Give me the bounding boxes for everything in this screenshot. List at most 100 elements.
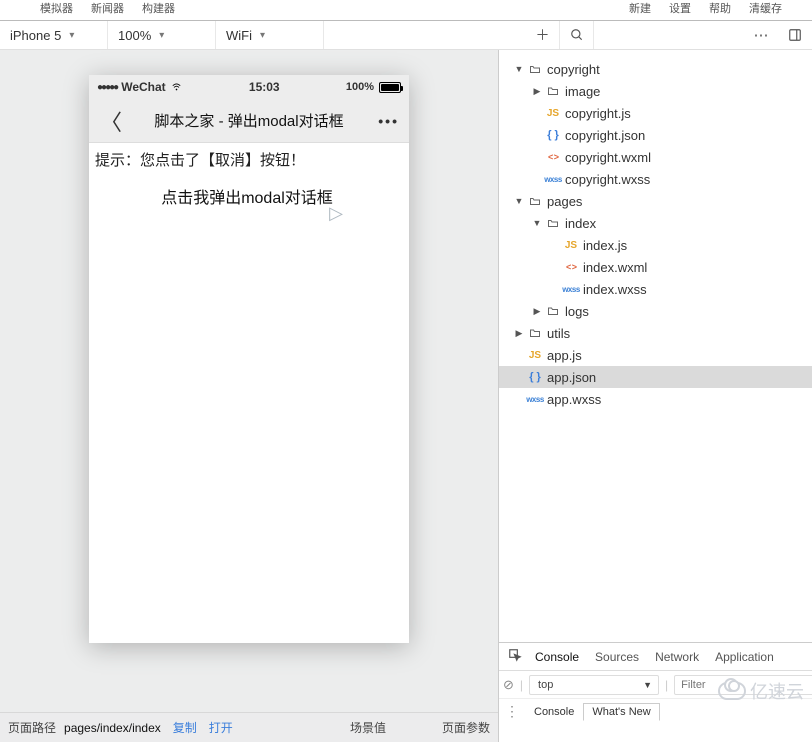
- wxss-file-icon: wxss: [525, 395, 545, 404]
- tree-file[interactable]: < >copyright.wxml: [499, 146, 812, 168]
- menu-item[interactable]: 构建器: [142, 0, 175, 16]
- tree-file[interactable]: wxsscopyright.wxss: [499, 168, 812, 190]
- battery-percent: 100%: [346, 81, 374, 93]
- nav-bar: 〈 脚本之家 - 弹出modal对话框 •••: [89, 99, 409, 143]
- status-bar: ●●●●● WeChat 15:03 100%: [89, 75, 409, 99]
- folder-icon: [543, 85, 563, 97]
- devtools-drawer-tab[interactable]: Console: [525, 703, 583, 721]
- chevron-down-icon: ▾: [159, 30, 164, 41]
- devtools-tabs: ConsoleSourcesNetworkApplication: [499, 643, 812, 671]
- filter-input[interactable]: [674, 675, 812, 695]
- tree-label: logs: [565, 304, 589, 319]
- tree-folder[interactable]: ▼index: [499, 212, 812, 234]
- tip-text: 提示：您点击了【取消】按钮！: [95, 149, 399, 170]
- chevron-down-icon: ▾: [260, 30, 265, 41]
- menu-item[interactable]: 设置: [669, 0, 691, 16]
- page-body: 提示：您点击了【取消】按钮！ 点击我弹出modal对话框 ▷: [89, 143, 409, 643]
- tree-file[interactable]: JSapp.js: [499, 344, 812, 366]
- battery-icon: [379, 82, 401, 93]
- network-select[interactable]: WiFi ▾: [216, 21, 324, 49]
- add-icon[interactable]: ＋: [526, 21, 560, 49]
- more-icon[interactable]: ⋯: [744, 21, 778, 49]
- signal-dots-icon: ●●●●●: [97, 82, 117, 93]
- tree-label: app.wxss: [547, 392, 601, 407]
- folder-icon: [525, 63, 545, 75]
- open-link[interactable]: 打开: [209, 719, 233, 736]
- params-label: 页面参数: [442, 719, 490, 736]
- js-file-icon: JS: [525, 350, 545, 361]
- tree-label: index.wxss: [583, 282, 647, 297]
- js-file-icon: JS: [561, 240, 581, 251]
- devtools-tab[interactable]: Sources: [587, 643, 647, 670]
- devtools-tab[interactable]: Network: [647, 643, 707, 670]
- tree-label: app.js: [547, 348, 582, 363]
- folder-icon: [525, 195, 545, 207]
- devtools-tab[interactable]: Console: [527, 643, 587, 670]
- toolbar-spacer: [324, 21, 526, 49]
- menu-item[interactable]: 清缓存: [749, 0, 782, 16]
- sim-footer: 页面路径 pages/index/index 复制 打开 场景值 页面参数: [0, 712, 498, 742]
- tree-arrow-icon: ▼: [513, 64, 525, 74]
- tree-label: index.wxml: [583, 260, 647, 275]
- wxss-file-icon: wxss: [543, 175, 563, 184]
- tree-label: app.json: [547, 370, 596, 385]
- tree-folder[interactable]: ▼pages: [499, 190, 812, 212]
- tree-folder[interactable]: ▶ logs: [499, 300, 812, 322]
- folder-icon: [543, 305, 563, 317]
- menu-item[interactable]: 模拟器: [40, 0, 73, 16]
- tree-folder[interactable]: ▶ utils: [499, 322, 812, 344]
- tree-label: image: [565, 84, 600, 99]
- folder-icon: [525, 327, 545, 339]
- menu-item[interactable]: 新闻器: [91, 0, 124, 16]
- simulator-panel: ●●●●● WeChat 15:03 100% 〈 脚本之家 - 弹出modal…: [0, 50, 498, 742]
- tree-label: index.js: [583, 238, 627, 253]
- devtools-body: ⋮ ConsoleWhat's New: [499, 699, 812, 742]
- devtools-filter-row: ⊘ | top ▼ |: [499, 671, 812, 699]
- tree-arrow-icon: ▶: [513, 328, 525, 339]
- devtools-more-icon[interactable]: ⋮: [505, 703, 519, 720]
- inspect-icon[interactable]: [503, 648, 527, 665]
- page-title: 脚本之家 - 弹出modal对话框: [89, 110, 409, 131]
- tree-label: copyright.json: [565, 128, 645, 143]
- tree-file[interactable]: JSindex.js: [499, 234, 812, 256]
- devtools-panel: ConsoleSourcesNetworkApplication ⊘ | top…: [499, 642, 812, 742]
- tree-folder[interactable]: ▼copyright: [499, 58, 812, 80]
- devtools-tab[interactable]: Application: [707, 643, 782, 670]
- status-time: 15:03: [249, 80, 280, 94]
- devtools-drawer-tab[interactable]: What's New: [583, 703, 659, 721]
- device-select[interactable]: iPhone 5 ▾: [0, 21, 108, 49]
- menu-item[interactable]: 新建: [629, 0, 651, 16]
- tree-file[interactable]: < >index.wxml: [499, 256, 812, 278]
- page-path-value: pages/index/index: [64, 721, 161, 735]
- device-value: iPhone 5: [10, 28, 61, 43]
- json-file-icon: { }: [543, 129, 563, 141]
- carrier-label: WeChat: [121, 80, 165, 94]
- open-modal-button[interactable]: 点击我弹出modal对话框 ▷: [95, 176, 399, 216]
- zoom-value: 100%: [118, 28, 151, 43]
- tree-file[interactable]: wxssapp.wxss: [499, 388, 812, 410]
- context-select[interactable]: top ▼: [529, 675, 659, 695]
- chevron-down-icon: ▼: [643, 680, 652, 690]
- wxml-file-icon: < >: [543, 152, 563, 162]
- tree-label: copyright.wxss: [565, 172, 650, 187]
- tree-label: index: [565, 216, 596, 231]
- tree-file[interactable]: wxssindex.wxss: [499, 278, 812, 300]
- tree-file[interactable]: JScopyright.js: [499, 102, 812, 124]
- tree-label: copyright.wxml: [565, 150, 651, 165]
- toolbar: iPhone 5 ▾ 100% ▾ WiFi ▾ ＋ ⋯: [0, 20, 812, 50]
- file-tree[interactable]: ▼copyright▶imageJScopyright.js{ }copyrig…: [499, 50, 812, 642]
- zoom-select[interactable]: 100% ▾: [108, 21, 216, 49]
- tree-label: utils: [547, 326, 570, 341]
- menu-item[interactable]: 帮助: [709, 0, 731, 16]
- right-panel: ▼copyright▶imageJScopyright.js{ }copyrig…: [498, 50, 812, 742]
- panel-toggle-icon[interactable]: [778, 21, 812, 49]
- clear-console-icon[interactable]: ⊘: [503, 677, 514, 693]
- tree-folder[interactable]: ▶image: [499, 80, 812, 102]
- top-menu: 模拟器 新闻器 构建器 新建 设置 帮助 清缓存: [0, 0, 812, 20]
- tree-file[interactable]: { }app.json: [499, 366, 812, 388]
- search-icon[interactable]: [560, 21, 594, 49]
- tree-arrow-icon: ▶: [531, 306, 543, 317]
- copy-link[interactable]: 复制: [173, 719, 197, 736]
- wxss-file-icon: wxss: [561, 285, 581, 294]
- tree-file[interactable]: { }copyright.json: [499, 124, 812, 146]
